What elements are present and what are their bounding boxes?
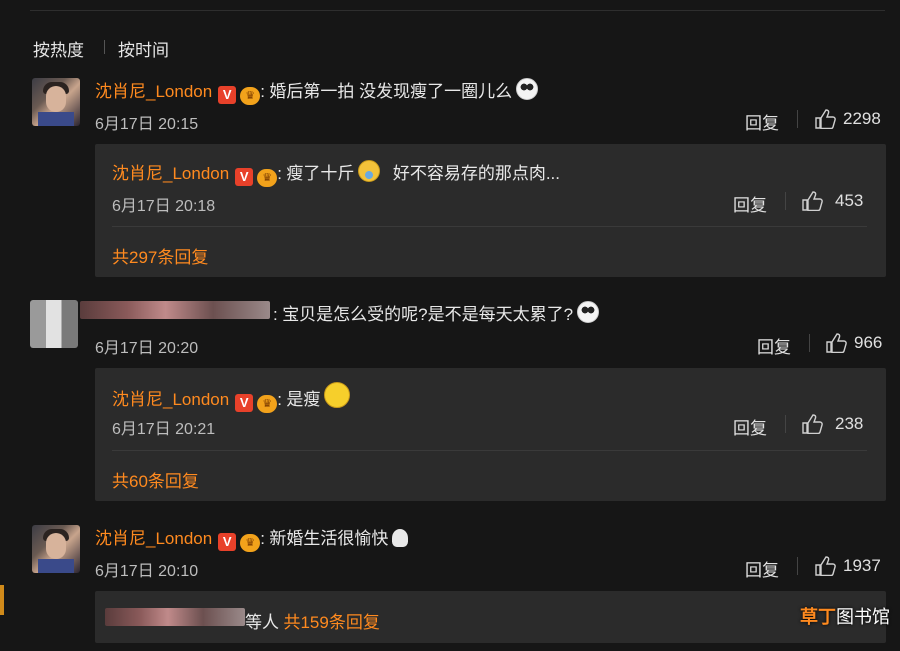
like-count: 1937 — [843, 556, 881, 575]
comment-text: 宝贝是怎么受的呢?是不是每天太累了? — [282, 305, 574, 324]
crown-badge-icon: ♛ — [257, 169, 278, 187]
left-edge-marker — [0, 585, 4, 615]
sort-by-time-tab[interactable]: 按时间 — [118, 36, 169, 61]
colon: : — [273, 305, 278, 324]
thumbs-up-icon[interactable] — [825, 333, 847, 353]
crown-badge-icon: ♛ — [240, 87, 261, 105]
like-count: 238 — [835, 414, 864, 433]
blurred-username[interactable] — [80, 301, 270, 319]
top-divider — [30, 10, 885, 11]
colon: : — [260, 529, 265, 548]
thumbs-up-icon[interactable] — [801, 414, 823, 434]
comment-date: 6月17日 20:20 — [95, 340, 199, 357]
smile-emoji-icon — [324, 382, 351, 408]
username-link[interactable]: 沈肖尼_London — [112, 164, 229, 183]
verified-badge-icon: V — [235, 168, 254, 186]
panda-emoji-icon — [577, 301, 600, 323]
colon: : — [277, 390, 282, 409]
view-more-replies-link[interactable]: 共297条回复 — [112, 243, 208, 268]
comment-header: 沈肖尼_London V ♛: 婚后第一拍 没发现瘦了一圈儿么 — [95, 77, 539, 105]
panda-emoji-icon — [516, 78, 539, 100]
username-link[interactable]: 沈肖尼_London — [95, 82, 212, 101]
action-divider — [809, 334, 810, 352]
like-count: 966 — [854, 333, 883, 352]
ghost-emoji-icon — [392, 529, 409, 547]
comment-date: 6月17日 20:15 — [95, 116, 199, 133]
reply-button[interactable]: 回复 — [733, 414, 767, 439]
others-suffix: 等人 — [245, 613, 279, 632]
watermark-part1: 草丁 — [800, 607, 836, 627]
action-divider — [797, 110, 798, 128]
reply-date: 6月17日 20:21 — [112, 421, 216, 438]
panel-divider — [112, 226, 867, 227]
cry-laugh-emoji-icon — [358, 160, 381, 182]
like-count: 453 — [835, 191, 864, 210]
reply-text-continued: 好不容易存的那点肉... — [392, 164, 560, 183]
reply-date: 6月17日 20:18 — [112, 198, 216, 215]
verified-badge-icon: V — [235, 394, 254, 412]
avatar[interactable] — [30, 300, 78, 348]
reply-button[interactable]: 回复 — [745, 556, 779, 581]
blurred-usernames[interactable] — [105, 608, 245, 626]
sort-by-hot-tab[interactable]: 按热度 — [33, 36, 84, 61]
reply-panel: 沈肖尼_London V ♛: 是瘦 6月17日 20:21 回复 238 共60条… — [95, 368, 886, 501]
comment-header: 沈肖尼_London V ♛: 新婚生活很愉快 — [95, 524, 409, 552]
thumbs-up-icon[interactable] — [801, 191, 823, 211]
username-link[interactable]: 沈肖尼_London — [95, 529, 212, 548]
reply-button[interactable]: 回复 — [745, 109, 779, 134]
reply-button[interactable]: 回复 — [733, 191, 767, 216]
comment-text: 新婚生活很愉快 — [269, 529, 389, 548]
username-link[interactable]: 沈肖尼_London — [112, 390, 229, 409]
reply-panel: 等人 共159条回复 — [95, 591, 886, 643]
verified-badge-icon: V — [218, 86, 237, 104]
reply-text: 瘦了十斤 — [286, 164, 355, 183]
action-divider — [785, 192, 786, 210]
watermark: 草丁图书馆 — [800, 603, 890, 629]
reply-panel: 沈肖尼_London V ♛: 瘦了十斤 好不容易存的那点肉... 6月17日 20… — [95, 144, 886, 277]
panel-divider — [112, 450, 867, 451]
crown-badge-icon: ♛ — [240, 534, 261, 552]
sub-reply-header: 沈肖尼_London V ♛: 是瘦 — [112, 382, 351, 413]
comment-text: 婚后第一拍 没发现瘦了一圈儿么 — [269, 82, 513, 101]
verified-badge-icon: V — [218, 533, 237, 551]
action-divider — [785, 415, 786, 433]
colon: : — [260, 82, 265, 101]
thumbs-up-icon[interactable] — [814, 109, 836, 129]
reply-button[interactable]: 回复 — [757, 333, 791, 358]
tab-divider — [104, 40, 105, 54]
sub-reply-header: 沈肖尼_London V ♛: 瘦了十斤 好不容易存的那点肉... — [112, 159, 560, 187]
replies-summary: 等人 共159条回复 — [245, 608, 380, 633]
comment-date: 6月17日 20:10 — [95, 563, 199, 580]
like-count: 2298 — [843, 109, 881, 128]
view-more-replies-link[interactable]: 共60条回复 — [112, 467, 199, 492]
avatar[interactable] — [32, 525, 80, 573]
crown-badge-icon: ♛ — [257, 395, 278, 413]
action-divider — [797, 557, 798, 575]
avatar[interactable] — [32, 78, 80, 126]
reply-text: 是瘦 — [286, 390, 321, 409]
thumbs-up-icon[interactable] — [814, 556, 836, 576]
view-more-replies-link[interactable]: 共159条回复 — [283, 613, 379, 632]
comment-header: : 宝贝是怎么受的呢?是不是每天太累了? — [273, 300, 600, 325]
watermark-part2: 图书馆 — [836, 607, 890, 627]
colon: : — [277, 164, 282, 183]
